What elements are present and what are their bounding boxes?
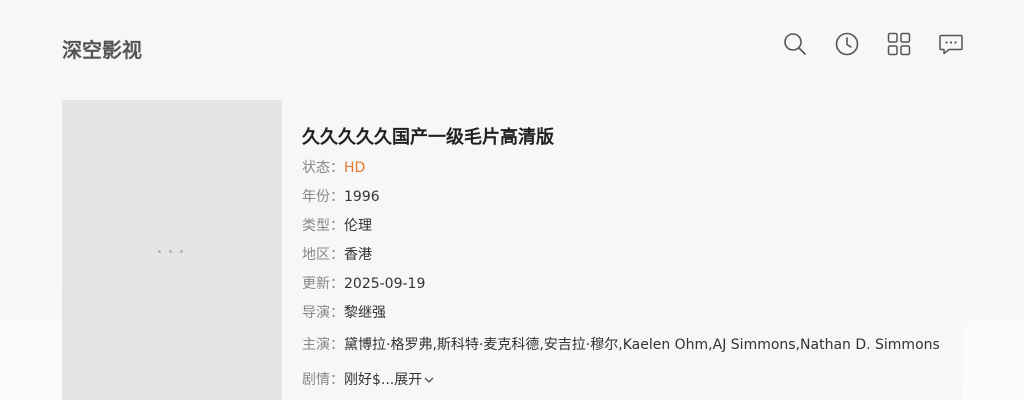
- region-link[interactable]: 香港: [344, 247, 372, 263]
- movie-title: 久久久久久国产一级毛片高清版: [302, 127, 554, 148]
- field-value: 2025-09-19: [344, 276, 426, 292]
- field-label: 主演：: [302, 337, 344, 353]
- site-header: 深空影视: [0, 0, 1024, 90]
- field-label: 地区：: [302, 247, 344, 263]
- field-region: 地区：香港: [302, 246, 372, 264]
- status-badge: HD: [344, 160, 366, 176]
- field-plot: 剧情：刚好$...展开: [302, 371, 435, 389]
- field-year: 年份：1996: [302, 188, 380, 206]
- loading-dots-icon: [158, 250, 188, 256]
- field-label: 剧情：: [302, 372, 344, 388]
- field-value: 1996: [344, 189, 380, 205]
- field-cast: 主演：黛博拉·格罗弗,斯科特·麦克科德,安吉拉·穆尔,Kaelen Ohm,AJ…: [302, 336, 940, 354]
- plot-summary: 刚好$...: [344, 372, 395, 388]
- field-label: 类型：: [302, 218, 344, 234]
- director-link[interactable]: 黎继强: [344, 305, 386, 321]
- field-status: 状态：HD: [302, 159, 365, 177]
- history-icon[interactable]: [834, 31, 860, 57]
- cast-list[interactable]: 黛博拉·格罗弗,斯科特·麦克科德,安吉拉·穆尔,Kaelen Ohm,AJ Si…: [344, 337, 940, 353]
- search-icon[interactable]: [782, 31, 808, 57]
- chevron-down-icon: [424, 377, 434, 383]
- field-director: 导演：黎继强: [302, 304, 386, 322]
- expand-label: 展开: [394, 372, 423, 388]
- grid-icon[interactable]: [886, 31, 912, 57]
- movie-detail-card: 久久久久久国产一级毛片高清版 状态：HD 年份：1996 类型：伦理 地区：香港…: [62, 100, 962, 400]
- expand-plot-button[interactable]: 展开: [394, 372, 435, 388]
- field-label: 状态：: [302, 160, 344, 176]
- field-genre: 类型：伦理: [302, 217, 372, 235]
- movie-poster[interactable]: [62, 100, 282, 400]
- field-label: 年份：: [302, 189, 344, 205]
- field-updated: 更新：2025-09-19: [302, 275, 425, 293]
- field-label: 导演：: [302, 305, 344, 321]
- field-label: 更新：: [302, 276, 344, 292]
- genre-link[interactable]: 伦理: [344, 218, 372, 234]
- site-logo[interactable]: 深空影视: [62, 34, 142, 63]
- message-icon[interactable]: [938, 31, 964, 57]
